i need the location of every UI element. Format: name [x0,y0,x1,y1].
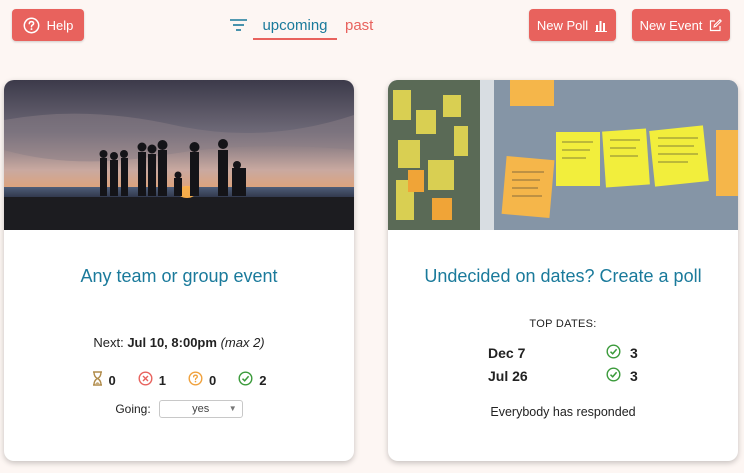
event-card-title[interactable]: Any team or group event [4,266,354,287]
bar-chart-icon [595,19,608,32]
top-date-row: Jul 26 3 [488,367,638,385]
pending-count: 0 [92,371,116,389]
help-label: Help [46,17,74,33]
event-card[interactable]: Any team or group event Next: Jul 10, 8:… [4,80,354,461]
going-row: Going: yes ▼ [4,400,354,418]
next-date: Jul 10, 8:00pm [127,335,217,350]
campfire-beach-photo [4,80,354,230]
top-date: Dec 7 [488,345,526,361]
sticky-notes-photo [388,80,738,230]
check-circle-icon [606,344,621,362]
top-date-row: Dec 7 3 [488,344,638,362]
next-occurrence: Next: Jul 10, 8:00pm (max 2) [4,335,354,350]
check-circle-icon [606,367,621,385]
help-button[interactable]: Help [12,9,84,41]
top-date-count: 3 [630,345,638,361]
dropdown-arrow-icon: ▼ [228,404,237,413]
poll-status: Everybody has responded [490,405,636,419]
tab-upcoming[interactable]: upcoming [253,17,337,40]
declined-count: 1 [138,371,166,389]
top-date: Jul 26 [488,368,528,384]
x-circle-icon [138,371,153,389]
hourglass-icon [92,371,103,389]
question-circle-icon [188,371,203,389]
going-select[interactable]: yes ▼ [158,400,243,418]
top-date-count: 3 [630,368,638,384]
next-prefix: Next: [93,335,124,350]
new-event-label: New Event [639,17,703,33]
edit-icon [709,18,723,32]
maybe-count: 0 [188,371,216,389]
going-label: Going: [115,402,151,416]
next-max: (max 2) [220,335,265,350]
filter-icon[interactable] [230,18,247,36]
check-circle-icon [238,371,253,389]
new-poll-button[interactable]: New Poll [529,9,616,41]
new-event-button[interactable]: New Event [632,9,730,41]
rsvp-counts: 0 1 0 2 [4,371,354,389]
poll-card[interactable]: Undecided on dates? Create a poll TOP DA… [388,80,738,461]
question-circle-icon [23,17,40,34]
tab-past[interactable]: past [345,17,373,34]
new-poll-label: New Poll [536,17,589,33]
top-dates-label: TOP DATES: [529,318,597,330]
accepted-count: 2 [238,371,266,389]
poll-card-title[interactable]: Undecided on dates? Create a poll [388,266,738,287]
